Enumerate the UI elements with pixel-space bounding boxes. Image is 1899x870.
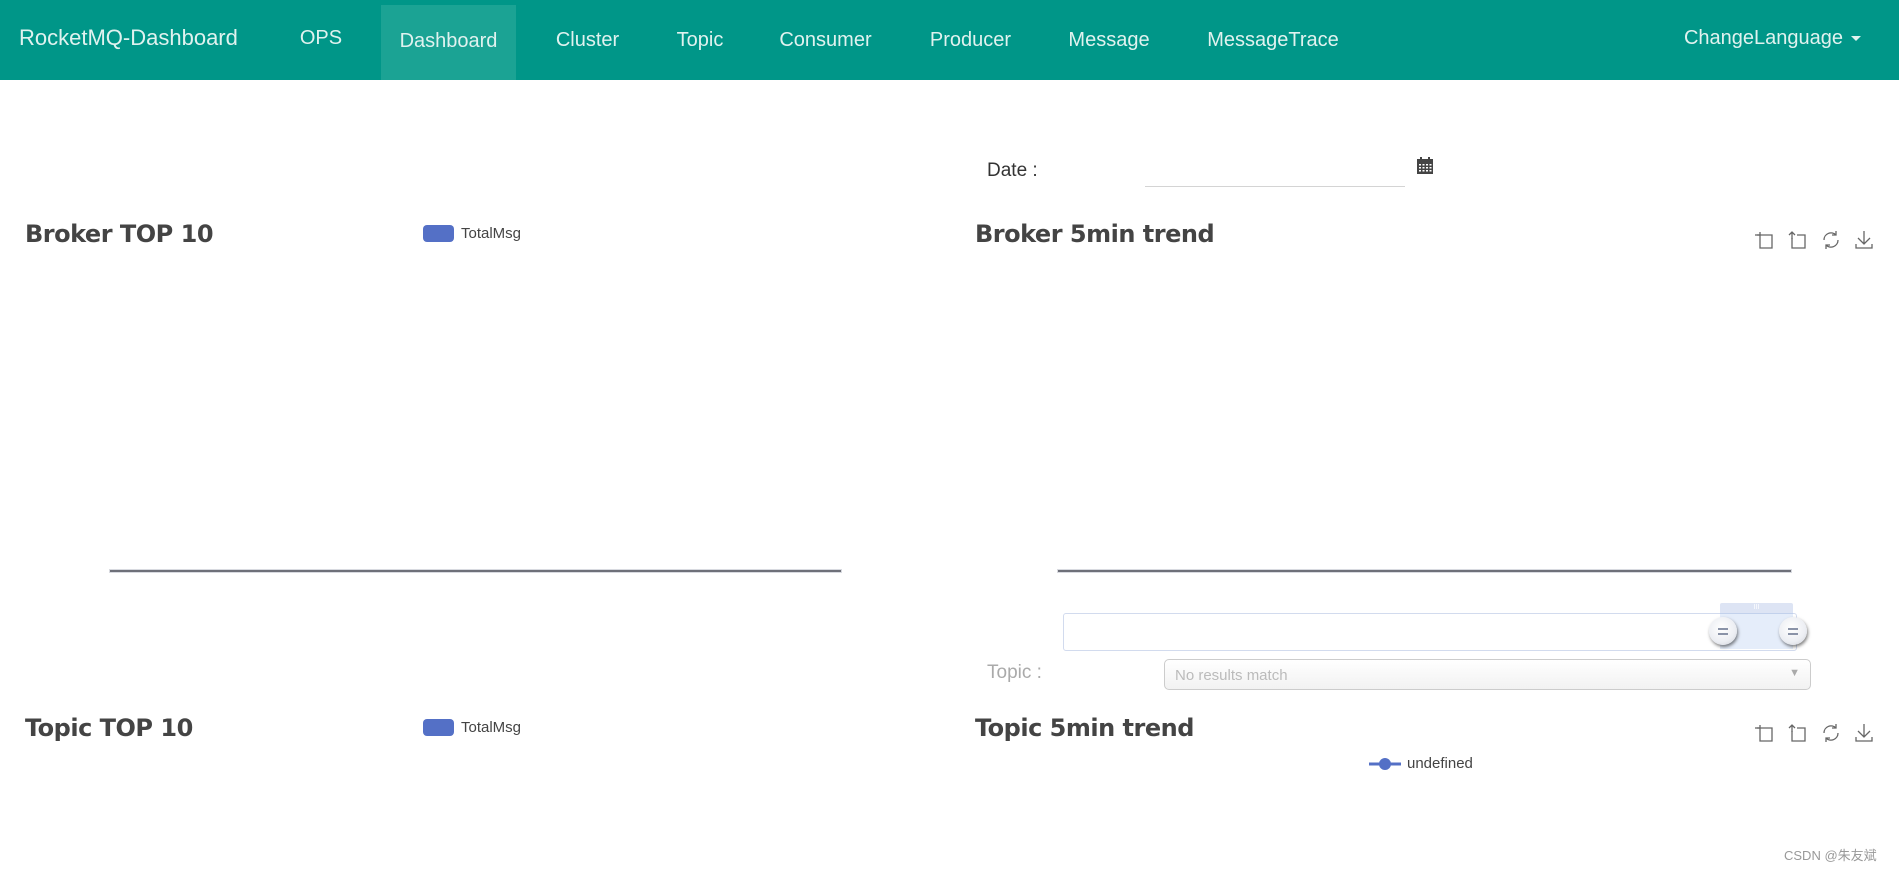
broker-trend-title: Broker 5min trend <box>975 220 1215 248</box>
legend-swatch-totalmsg <box>423 719 454 736</box>
broker-top10-legend[interactable]: TotalMsg <box>423 225 521 242</box>
save-image-icon[interactable] <box>1853 722 1875 744</box>
topic-trend-toolbox <box>1754 722 1875 744</box>
dropdown-arrow-icon: ▼ <box>1789 667 1800 679</box>
top-navbar: RocketMQ-Dashboard OPS Dashboard Cluster… <box>0 0 1899 80</box>
datazoom-end-handle[interactable] <box>1779 617 1807 645</box>
change-language-dropdown[interactable]: ChangeLanguage <box>1684 0 1861 76</box>
brand-logo[interactable]: RocketMQ-Dashboard <box>19 25 238 51</box>
watermark: CSDN @朱友斌 <box>1784 848 1877 863</box>
nav-item-topic[interactable]: Topic <box>660 0 740 80</box>
legend-label: TotalMsg <box>461 225 522 242</box>
broker-trend-x-axis <box>1058 570 1791 572</box>
change-language-label: ChangeLanguage <box>1683 27 1843 49</box>
calendar-icon[interactable] <box>1416 157 1434 175</box>
broker-trend-toolbox <box>1754 229 1875 251</box>
datazoom-slider-track[interactable] <box>1063 613 1797 651</box>
legend-line-marker-icon <box>1369 757 1401 770</box>
nav-item-message[interactable]: Message <box>1056 0 1162 80</box>
topic-select-placeholder: No results match <box>1175 667 1288 684</box>
legend-swatch-totalmsg <box>423 225 454 242</box>
restore-icon[interactable] <box>1820 229 1842 251</box>
zoom-icon[interactable] <box>1754 229 1776 251</box>
nav-item-messagetrace[interactable]: MessageTrace <box>1198 0 1348 80</box>
topic-top10-title: Topic TOP 10 <box>25 714 193 742</box>
datazoom-start-handle[interactable] <box>1709 617 1737 645</box>
nav-item-cluster[interactable]: Cluster <box>540 0 635 80</box>
date-label: Date : <box>987 160 1038 181</box>
broker-top10-title: Broker TOP 10 <box>25 220 214 248</box>
legend-label: undefined <box>1407 755 1473 772</box>
nav-item-dashboard[interactable]: Dashboard <box>381 5 516 80</box>
caret-down-icon <box>1851 36 1861 42</box>
datazoom-move-handle[interactable]: III <box>1720 603 1793 613</box>
date-input[interactable] <box>1145 158 1405 187</box>
topic-label: Topic : <box>987 662 1042 683</box>
zoom-icon[interactable] <box>1754 722 1776 744</box>
nav-item-ops[interactable]: OPS <box>290 0 352 80</box>
legend-label: TotalMsg <box>461 719 522 736</box>
topic-trend-legend[interactable]: undefined <box>1369 755 1473 772</box>
topic-trend-title: Topic 5min trend <box>975 714 1194 742</box>
broker-top10-x-axis <box>110 570 841 572</box>
restore-icon[interactable] <box>1820 722 1842 744</box>
topic-top10-legend[interactable]: TotalMsg <box>423 719 521 736</box>
nav-item-consumer[interactable]: Consumer <box>768 0 883 80</box>
topic-select[interactable]: No results match ▼ <box>1164 659 1811 690</box>
zoom-reset-icon[interactable] <box>1787 722 1809 744</box>
zoom-reset-icon[interactable] <box>1787 229 1809 251</box>
nav-item-producer[interactable]: Producer <box>908 0 1033 80</box>
save-image-icon[interactable] <box>1853 229 1875 251</box>
